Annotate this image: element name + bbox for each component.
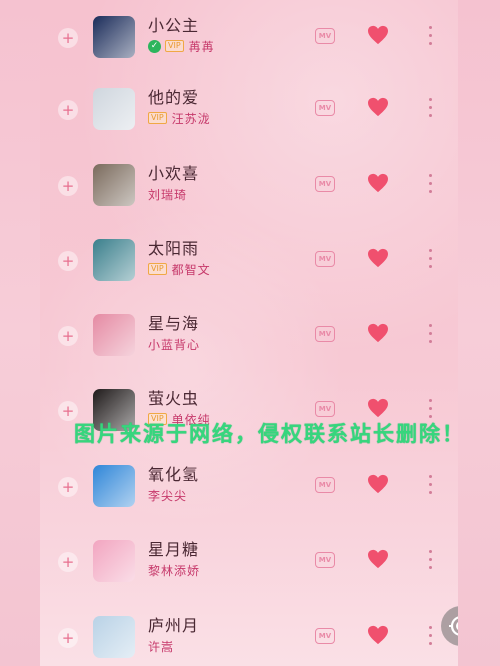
song-row[interactable]: + 星月糖黎林添娇 MV [40,524,458,599]
more-options-icon[interactable] [429,26,433,46]
song-title: 星与海 [148,314,200,333]
add-to-playlist-button[interactable]: + [58,552,78,572]
song-title: 小公主 [148,16,200,35]
add-to-playlist-button[interactable]: + [58,176,78,196]
more-options-icon[interactable] [429,249,433,269]
mv-icon[interactable]: MV [315,401,335,417]
song-title: 萤火虫 [148,389,200,408]
heart-icon[interactable] [367,398,389,418]
song-meta: 小蓝背心 [148,336,200,352]
watermark-text: 图片来源于网络，侵权联系站长删除！ [74,422,465,446]
more-options-icon[interactable] [429,324,433,344]
song-meta: VIP 汪苏泷 [148,110,211,126]
mv-icon[interactable]: MV [315,176,335,192]
more-options-icon[interactable] [429,626,433,646]
left-background [0,0,40,666]
song-title: 庐州月 [148,616,200,635]
vip-badge: VIP [148,263,167,275]
song-meta: 许嵩 [148,638,174,654]
album-cover[interactable] [93,616,135,658]
song-title: 小欢喜 [148,164,200,183]
song-row[interactable]: + 小公主 ✓ VIP 苒苒 MV [40,0,458,75]
mv-icon[interactable]: MV [315,552,335,568]
artist-name: 苒苒 [188,39,215,54]
heart-icon[interactable] [367,173,389,193]
add-to-playlist-button[interactable]: + [58,477,78,497]
album-cover[interactable] [93,465,135,507]
artist-name: 许嵩 [148,639,175,654]
mv-icon[interactable]: MV [315,477,335,493]
album-cover[interactable] [93,16,135,58]
right-background [458,0,500,666]
verified-check-icon: ✓ [148,39,161,53]
more-options-icon[interactable] [429,174,433,194]
artist-name: 刘瑞琦 [148,187,188,202]
mv-icon[interactable]: MV [315,100,335,116]
more-options-icon[interactable] [429,98,433,118]
album-cover[interactable] [93,540,135,582]
mv-icon[interactable]: MV [315,628,335,644]
song-meta: VIP 都智文 [148,261,211,277]
song-row[interactable]: + 太阳雨 VIP 都智文 MV [40,223,458,298]
add-to-playlist-button[interactable]: + [58,28,78,48]
artist-name: 李尖尖 [148,488,188,503]
heart-icon[interactable] [367,474,389,494]
mv-icon[interactable]: MV [315,251,335,267]
song-list-screen: + 小公主 ✓ VIP 苒苒 MV + 他的爱 VIP 汪苏泷 MV + 小欢喜刘瑞琦 MV + 太阳雨 VIP… [40,0,458,666]
artist-name: 黎林添娇 [148,563,201,578]
add-to-playlist-button[interactable]: + [58,628,78,648]
song-title: 氧化氢 [148,465,200,484]
more-options-icon[interactable] [429,399,433,419]
album-cover[interactable] [93,88,135,130]
song-row[interactable]: + 氧化氢李尖尖 MV [40,449,458,524]
song-title: 他的爱 [148,88,200,107]
mv-icon[interactable]: MV [315,28,335,44]
heart-icon[interactable] [367,549,389,569]
heart-icon[interactable] [367,248,389,268]
song-title: 太阳雨 [148,239,200,258]
song-row[interactable]: + 他的爱 VIP 汪苏泷 MV [40,72,458,147]
heart-icon[interactable] [367,625,389,645]
more-options-icon[interactable] [429,550,433,570]
song-row[interactable]: + 小欢喜刘瑞琦 MV [40,148,458,223]
artist-name: 汪苏泷 [171,111,211,126]
artist-name: 小蓝背心 [148,337,201,352]
vip-badge: VIP [148,112,167,124]
album-cover[interactable] [93,314,135,356]
song-meta: 李尖尖 [148,487,187,503]
song-meta: ✓ VIP 苒苒 [148,38,215,54]
more-options-icon[interactable] [429,475,433,495]
vip-badge: VIP [165,40,184,52]
target-icon [449,616,458,636]
heart-icon[interactable] [367,25,389,45]
song-row[interactable]: + 星与海小蓝背心 MV [40,298,458,373]
heart-icon[interactable] [367,323,389,343]
album-cover[interactable] [93,164,135,206]
add-to-playlist-button[interactable]: + [58,251,78,271]
song-row[interactable]: + 庐州月许嵩 MV [40,600,458,666]
add-to-playlist-button[interactable]: + [58,100,78,120]
add-to-playlist-button[interactable]: + [58,326,78,346]
mv-icon[interactable]: MV [315,326,335,342]
locate-fab-button[interactable] [441,606,458,646]
song-meta: 黎林添娇 [148,562,200,578]
artist-name: 都智文 [171,262,211,277]
song-title: 星月糖 [148,540,200,559]
heart-icon[interactable] [367,97,389,117]
album-cover[interactable] [93,239,135,281]
song-meta: 刘瑞琦 [148,186,187,202]
